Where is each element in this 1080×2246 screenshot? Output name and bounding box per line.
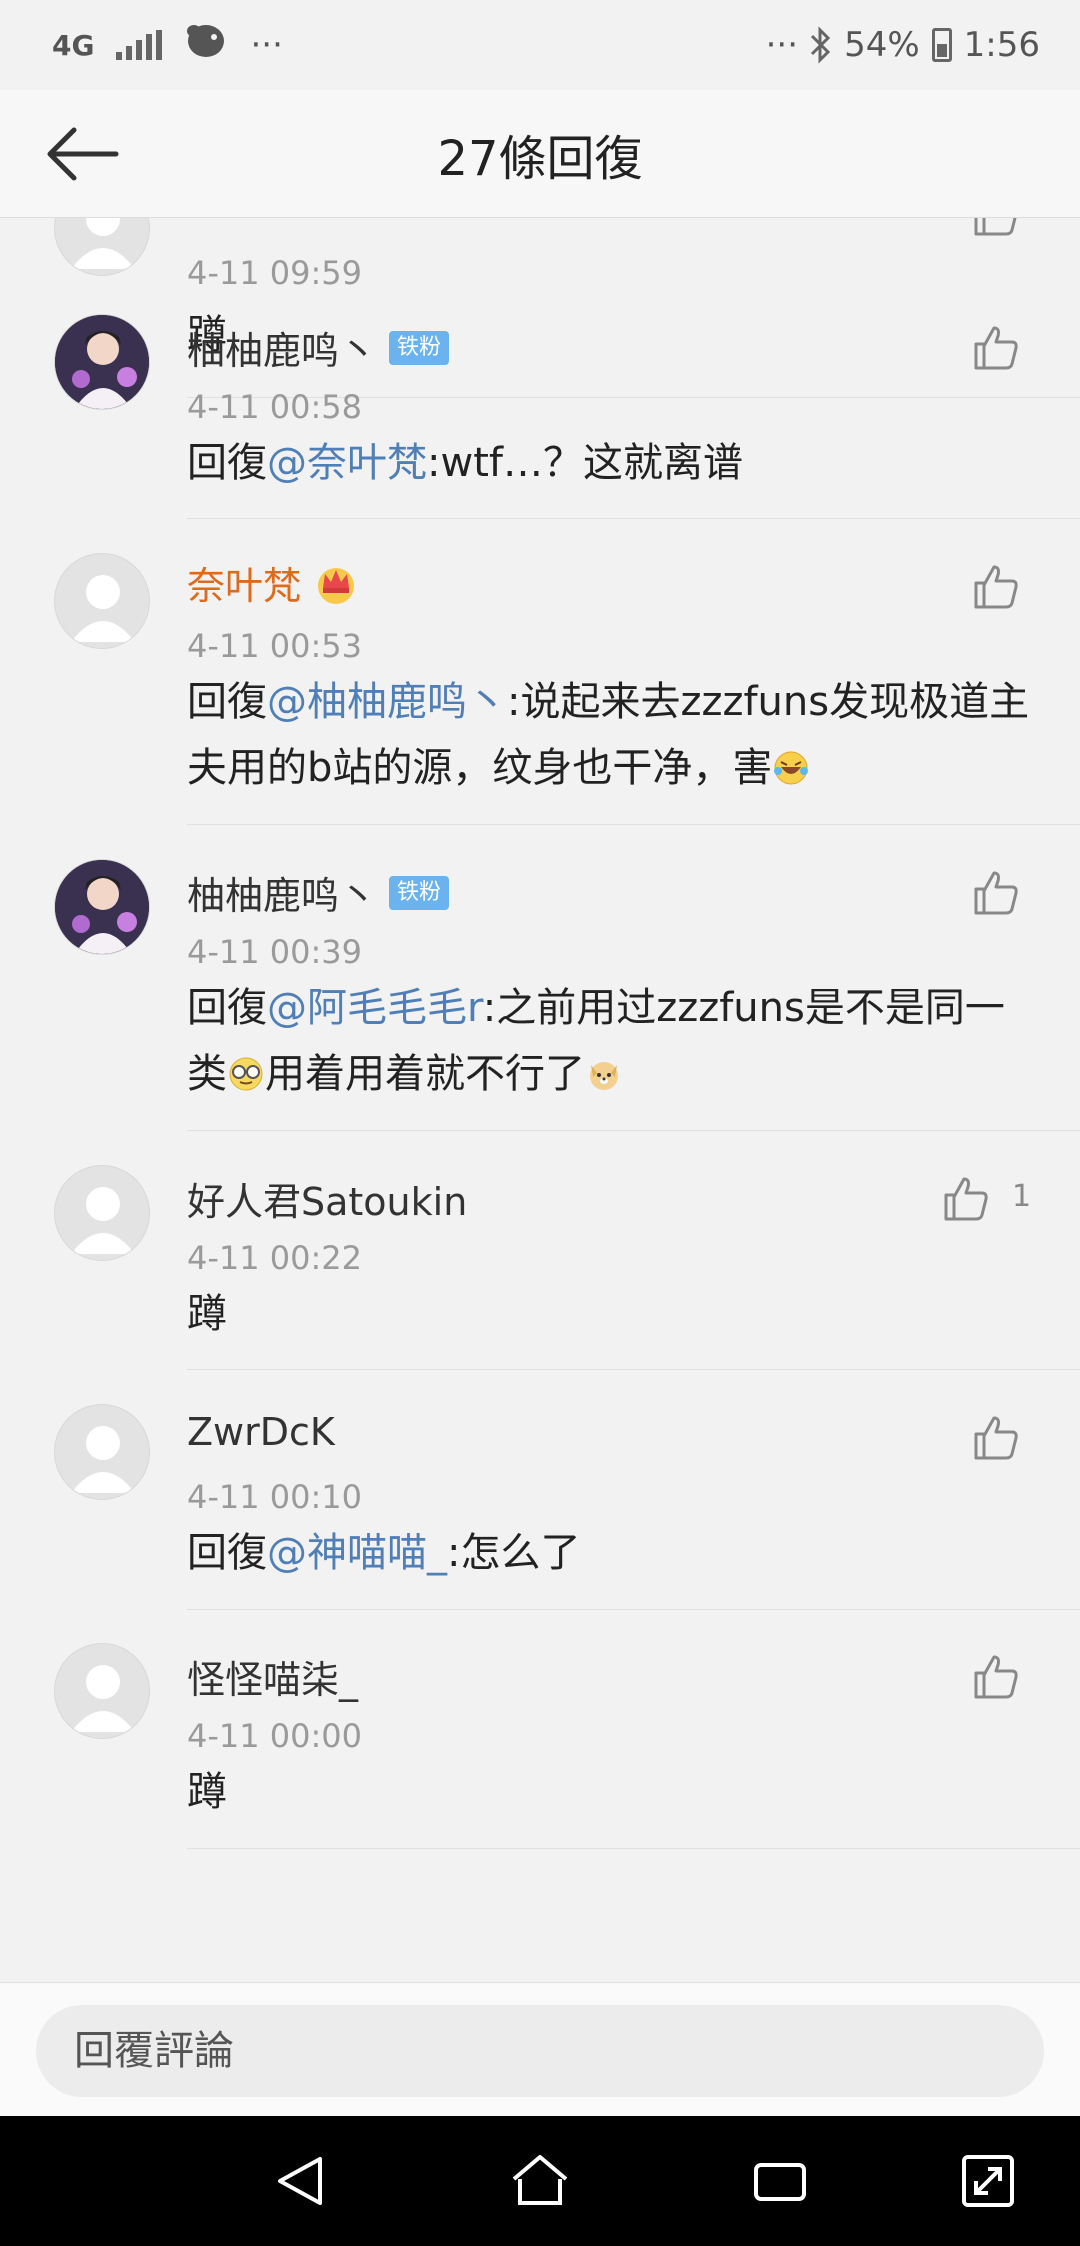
thumb-up-icon[interactable] [970,867,1022,919]
glasses-emoji-icon [229,1057,263,1091]
thumb-up-icon[interactable] [970,1651,1022,1703]
app-screen: 4G ··· ··· 54% 1:56 27條回復 4-11 09:59 蹲 柚… [0,0,1080,2246]
thumb-up-icon[interactable] [970,1412,1022,1464]
comment-item: ZwrDcK 4-11 00:10 回復@神喵喵_:怎么了 [0,1370,1080,1610]
nav-rotate-icon [962,2155,1014,2207]
avatar[interactable] [54,1404,150,1500]
signal-icon [116,30,163,60]
status-left: 4G ··· [52,21,283,70]
page-title: 27條回復 [437,130,643,187]
nav-rotate-button[interactable] [948,2146,1028,2216]
thumb-up-icon[interactable] [970,561,1022,613]
nav-home-icon [512,2155,568,2205]
nav-recents-button[interactable] [740,2146,820,2216]
comment-text: 回復@神喵喵_:怎么了 [187,1530,581,1576]
status-right: ··· 54% 1:56 [766,25,1040,65]
comment-time: 4-11 00:00 [187,1717,363,1755]
comment-item: 怪怪喵柒_ 4-11 00:00 蹲 [0,1609,1080,1849]
avatar[interactable] [54,314,150,410]
mention-link[interactable]: @神喵喵_ [267,1530,447,1576]
bluetooth-icon [808,26,834,64]
username[interactable]: Hachiman20 [187,218,427,226]
nav-home-button[interactable] [500,2146,580,2216]
comment-text: 回復@柚柚鹿鸣丶:说起来去zzzfuns发现极道主夫用的b站的源，纹身也干净，害 [187,679,1030,791]
mention-link[interactable]: @阿毛毛毛r [267,985,483,1031]
username[interactable]: 奈叶梵 [187,555,359,610]
comment-time: 4-11 00:53 [187,627,363,665]
nav-back-icon [278,2157,322,2205]
mention-link[interactable]: @奈叶梵 [267,440,427,486]
comment-text: 回復@阿毛毛毛r:之前用过zzzfuns是不是同一类 用着用着就不行了 [187,985,1005,1097]
back-button[interactable] [40,116,124,192]
avatar[interactable] [54,1165,150,1261]
username[interactable]: 柚柚鹿鸣丶 铁粉 [187,320,450,375]
avatar[interactable] [54,859,150,955]
battery-percent: 54% [844,25,920,65]
nav-recents-icon [754,2163,806,2201]
comment-item: 柚柚鹿鸣丶 铁粉 4-11 00:58 回復@奈叶梵:wtf…？这就离谱 [0,280,1080,520]
app-notification-icon [184,21,228,70]
comment-text: 蹲 [187,1769,227,1815]
status-bar: 4G ··· ··· 54% 1:56 [0,0,1080,90]
comment-time: 4-11 00:10 [187,1478,363,1516]
username[interactable]: 怪怪喵柒_ [187,1649,358,1704]
comment-item: 好人君Satoukin 1 4-11 00:22 蹲 [0,1131,1080,1371]
comment-time: 4-11 00:22 [187,1239,363,1277]
avatar[interactable] [54,553,150,649]
comment-item: 奈叶梵 4-11 00:53 回復@柚柚鹿鸣丶:说起来去zzzfuns发现极道主… [0,519,1080,825]
battery-icon [931,28,952,62]
comment-time: 4-11 00:58 [187,388,363,426]
comment-text: 回復@奈叶梵:wtf…？这就离谱 [187,440,743,486]
mention-link[interactable]: @柚柚鹿鸣丶 [267,679,507,725]
username[interactable]: 好人君Satoukin [187,1171,467,1226]
comment-item: 柚柚鹿鸣丶 铁粉 4-11 00:39 回復@阿毛毛毛r:之前用过zzzfuns… [0,825,1080,1131]
fan-badge: 铁粉 [389,875,450,910]
header: 27條回復 [0,90,1080,218]
more-notifications-left: ··· [250,25,283,65]
username[interactable]: 柚柚鹿鸣丶 铁粉 [187,865,450,920]
avatar[interactable] [54,1643,150,1739]
laugh-cry-emoji-icon [774,751,809,785]
comment-list[interactable]: Hachiman20 4-11 09:59 蹲 柚柚鹿鸣丶 铁粉 4-11 00… [0,218,1080,1982]
like-count: 1 [1012,1179,1032,1214]
network-type: 4G [52,28,95,62]
thumb-up-icon[interactable] [970,218,1022,240]
system-nav-bar [0,2116,1080,2246]
clock: 1:56 [963,25,1040,65]
back-arrow-icon [47,127,119,181]
avatar[interactable] [54,218,150,276]
comment-time: 4-11 00:39 [187,933,363,971]
username[interactable]: ZwrDcK [187,1410,335,1454]
more-notifications-right: ··· [765,25,799,65]
reply-input[interactable] [36,2005,1044,2097]
fan-badge: 铁粉 [389,330,450,365]
nav-back-button[interactable] [260,2146,340,2216]
reply-bar [0,1982,1080,2116]
divider [187,1848,1080,1849]
comment-text: 蹲 [187,1291,227,1337]
thumb-up-icon[interactable] [940,1173,992,1225]
crown-icon [318,567,355,604]
thumb-up-icon[interactable] [970,322,1022,374]
dog-emoji-icon [590,1062,618,1090]
